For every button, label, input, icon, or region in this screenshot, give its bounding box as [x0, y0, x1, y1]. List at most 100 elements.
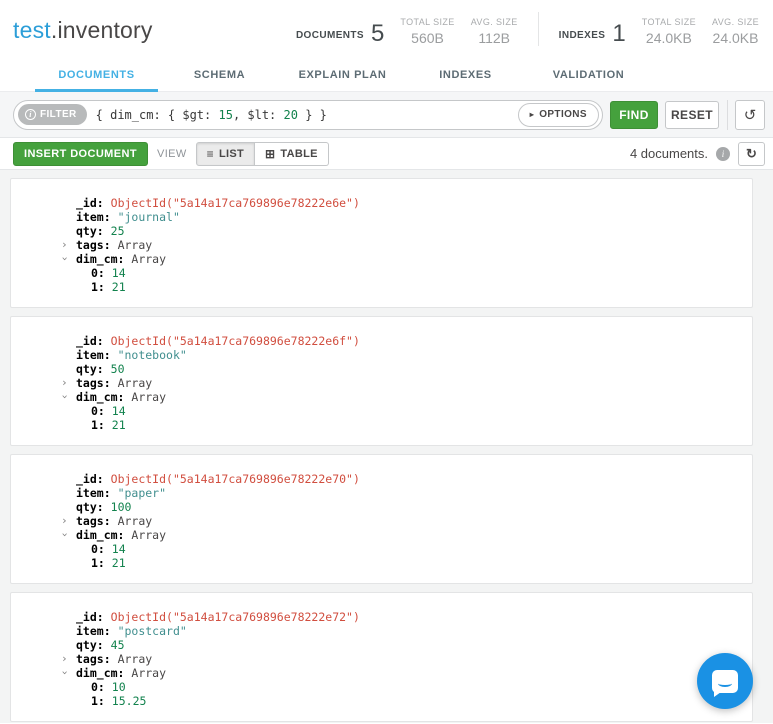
collapse-chevron-icon[interactable]: › — [58, 255, 72, 262]
field-key: item: — [76, 348, 111, 362]
filter-query-text[interactable]: { dim_cm: { $gt: 15, $lt: 20 } } — [96, 108, 327, 122]
document-field-dim_cm: › dim_cm: Array — [11, 666, 752, 680]
field-value: 45 — [110, 638, 125, 652]
view-switcher: ≡ LIST ⊞ TABLE — [195, 141, 329, 166]
document-field-tags: › tags: Array — [11, 652, 752, 666]
document-field-item: item: "notebook" — [11, 348, 752, 362]
page-title: test.inventory — [13, 17, 153, 44]
reset-button[interactable]: RESET — [665, 100, 719, 129]
document-card[interactable]: _id: ObjectId("5a14a17ca769896e78222e6e"… — [10, 178, 753, 308]
query-segment: , $lt: — [232, 107, 284, 122]
document-card[interactable]: _id: ObjectId("5a14a17ca769896e78222e72"… — [10, 592, 753, 722]
field-value: "postcard" — [117, 624, 187, 638]
document-field-tags: › tags: Array — [11, 376, 752, 390]
documents-toolbar: INSERT DOCUMENT VIEW ≡ LIST ⊞ TABLE 4 do… — [0, 138, 773, 170]
documents-count-stat: DOCUMENTS 5 — [296, 22, 384, 46]
documents-total-size-stat: TOTAL SIZE 560B — [400, 17, 455, 46]
field-key: 0: — [91, 266, 105, 280]
query-segment: { dim_cm: { $gt: — [95, 107, 219, 122]
expand-chevron-icon[interactable]: › — [61, 652, 68, 666]
document-card[interactable]: _id: ObjectId("5a14a17ca769896e78222e70"… — [10, 454, 753, 584]
field-key: 0: — [91, 404, 105, 418]
document-field-0: 0: 10 — [11, 680, 752, 694]
field-value: ObjectId("5a14a17ca769896e78222e6e") — [110, 196, 360, 210]
field-value: Array — [131, 666, 167, 680]
history-icon: ↺ — [743, 106, 757, 124]
document-field-qty: qty: 45 — [11, 638, 752, 652]
query-history-button[interactable]: ↺ — [735, 99, 765, 130]
view-table-button[interactable]: ⊞ TABLE — [255, 141, 329, 166]
document-field-0: 0: 14 — [11, 404, 752, 418]
field-value: Array — [117, 238, 153, 252]
document-field-item: item: "paper" — [11, 486, 752, 500]
insert-document-button[interactable]: INSERT DOCUMENT — [13, 141, 148, 166]
indexes-avg-size-stat: AVG. SIZE 24.0KB — [712, 17, 759, 46]
document-field-qty: qty: 25 — [11, 224, 752, 238]
field-key: qty: — [76, 638, 104, 652]
chat-widget-button[interactable] — [697, 653, 753, 709]
field-key: 1: — [91, 280, 105, 294]
field-value: "journal" — [117, 210, 180, 224]
field-key: dim_cm: — [76, 252, 125, 266]
filter-query-input[interactable]: i FILTER { dim_cm: { $gt: 15, $lt: 20 } … — [13, 99, 603, 130]
document-field-_id: _id: ObjectId("5a14a17ca769896e78222e72"… — [11, 610, 752, 624]
document-list: _id: ObjectId("5a14a17ca769896e78222e6e"… — [0, 170, 773, 723]
field-key: dim_cm: — [76, 390, 125, 404]
tab-indexes[interactable]: INDEXES — [404, 60, 527, 92]
tab-validation[interactable]: VALIDATION — [527, 60, 650, 92]
refresh-documents-button[interactable]: ↻ — [738, 141, 765, 166]
field-value: 21 — [111, 556, 126, 570]
document-field-1: 1: 21 — [11, 280, 752, 294]
filter-info-icon: i — [25, 109, 36, 120]
tab-documents[interactable]: DOCUMENTS — [35, 60, 158, 92]
field-key: _id: — [76, 610, 104, 624]
field-key: item: — [76, 486, 111, 500]
collection-tabbar: DOCUMENTS SCHEMA EXPLAIN PLAN INDEXES VALIDA… — [0, 60, 773, 92]
document-field-dim_cm: › dim_cm: Array — [11, 252, 752, 266]
field-key: qty: — [76, 224, 104, 238]
tab-explain-plan[interactable]: EXPLAIN PLAN — [281, 60, 404, 92]
options-button[interactable]: ▸ OPTIONS — [517, 102, 599, 127]
view-label: VIEW — [156, 147, 187, 160]
field-value: 50 — [110, 362, 125, 376]
field-value: ObjectId("5a14a17ca769896e78222e6f") — [110, 334, 360, 348]
indexes-count-stat: INDEXES 1 — [559, 22, 626, 46]
field-value: 14 — [111, 542, 126, 556]
field-key: 1: — [91, 556, 105, 570]
field-key: 1: — [91, 694, 105, 708]
stats-divider — [537, 12, 539, 46]
document-field-_id: _id: ObjectId("5a14a17ca769896e78222e70"… — [11, 472, 752, 486]
field-key: 1: — [91, 418, 105, 432]
document-card[interactable]: _id: ObjectId("5a14a17ca769896e78222e6f"… — [10, 316, 753, 446]
field-value: 15.25 — [111, 694, 147, 708]
documents-count-label: DOCUMENTS — [295, 30, 364, 41]
view-list-button[interactable]: ≡ LIST — [195, 141, 256, 166]
document-field-item: item: "journal" — [11, 210, 752, 224]
expand-chevron-icon[interactable]: › — [61, 376, 68, 390]
table-icon: ⊞ — [265, 146, 276, 161]
query-segment: 15 — [218, 107, 233, 122]
indexes-total-size-stat: TOTAL SIZE 24.0KB — [641, 17, 697, 46]
field-value: Array — [131, 528, 167, 542]
chat-bubble-icon — [712, 669, 738, 697]
field-value: Array — [117, 652, 153, 666]
collapse-chevron-icon[interactable]: › — [58, 393, 72, 400]
collapse-chevron-icon[interactable]: › — [58, 531, 72, 538]
field-value: 25 — [110, 224, 125, 238]
field-value: "notebook" — [117, 348, 187, 362]
expand-chevron-icon[interactable]: › — [61, 238, 68, 252]
info-icon[interactable]: i — [716, 146, 730, 161]
document-field-dim_cm: › dim_cm: Array — [11, 528, 752, 542]
document-count: 4 documents. — [629, 146, 708, 161]
field-value: Array — [131, 390, 167, 404]
database-name: test — [13, 16, 51, 43]
field-key: _id: — [76, 334, 104, 348]
collapse-chevron-icon[interactable]: › — [58, 669, 72, 676]
tab-schema[interactable]: SCHEMA — [158, 60, 281, 92]
field-value: 21 — [111, 418, 126, 432]
find-button[interactable]: FIND — [610, 100, 658, 129]
expand-chevron-icon[interactable]: › — [61, 514, 68, 528]
document-field-qty: qty: 50 — [11, 362, 752, 376]
field-value: 21 — [111, 280, 126, 294]
field-key: _id: — [76, 196, 104, 210]
